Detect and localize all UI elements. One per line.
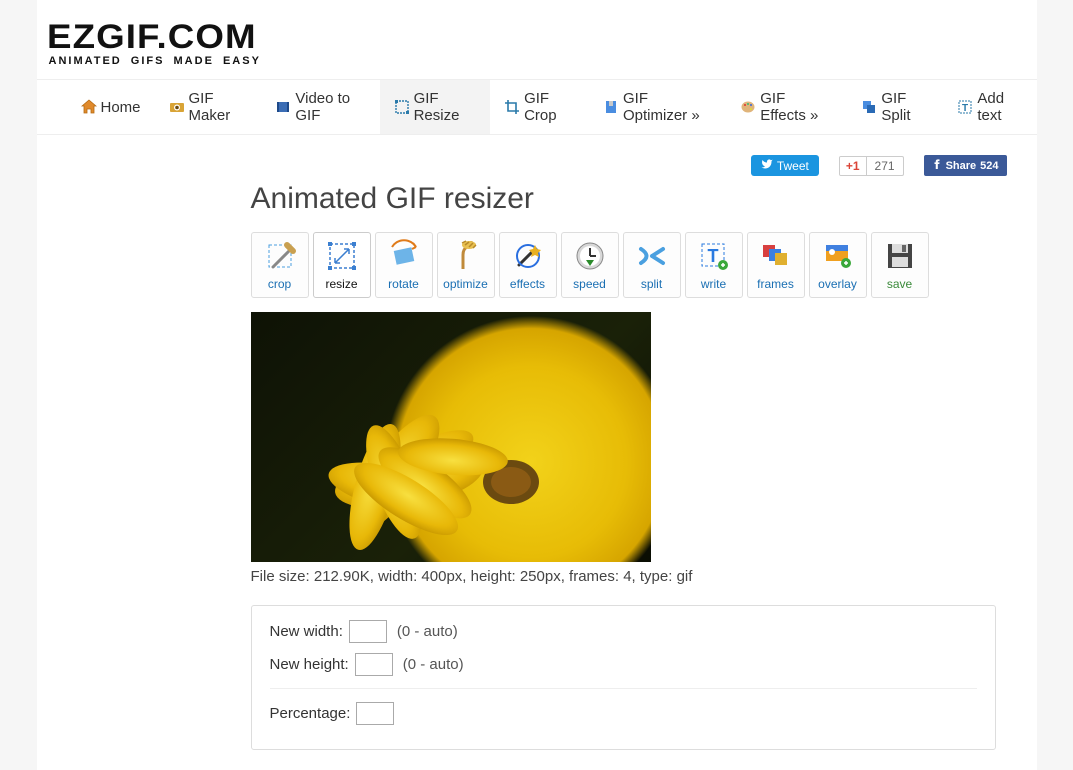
nav-gif-effects[interactable]: GIF Effects » — [726, 80, 847, 134]
gplus-count: 271 — [867, 157, 903, 175]
new-width-input[interactable] — [349, 620, 387, 643]
auto-hint: (0 - auto) — [397, 623, 458, 640]
tool-label: frames — [757, 277, 794, 291]
tool-effects[interactable]: effects — [499, 232, 557, 298]
tool-label: crop — [268, 277, 291, 291]
nav-add-text[interactable]: T Add text — [943, 80, 1036, 134]
facebook-icon — [932, 159, 942, 172]
crop-tool-icon — [263, 239, 297, 273]
overlay-tool-icon — [821, 239, 855, 273]
resize-tool-icon — [325, 239, 359, 273]
tool-crop[interactable]: crop — [251, 232, 309, 298]
save-tool-icon — [883, 239, 917, 273]
nav-gif-optimizer[interactable]: GIF Optimizer » — [589, 80, 726, 134]
tool-label: resize — [325, 277, 357, 291]
write-tool-icon: T — [697, 239, 731, 273]
nav-label: GIF Crop — [524, 90, 575, 124]
tweet-label: Tweet — [777, 159, 809, 173]
gplus-button[interactable]: +1 271 — [839, 156, 904, 176]
home-icon — [81, 99, 97, 115]
tool-label: split — [641, 277, 662, 291]
tweet-button[interactable]: Tweet — [751, 155, 819, 176]
fb-share-label: Share — [946, 160, 977, 172]
tool-label: overlay — [818, 277, 857, 291]
speed-tool-icon — [573, 239, 607, 273]
gplus-label: +1 — [840, 157, 867, 175]
preview-content — [251, 312, 651, 562]
nav-gif-resize[interactable]: GIF Resize — [380, 80, 490, 134]
text-icon: T — [957, 99, 973, 115]
tool-speed[interactable]: speed — [561, 232, 619, 298]
nav-gif-split[interactable]: GIF Split — [847, 80, 943, 134]
nav-gif-crop[interactable]: GIF Crop — [490, 80, 589, 134]
site-logo[interactable]: EZGIF.COM ANIMATED GIFS MADE EASY — [47, 18, 1037, 67]
twitter-icon — [761, 158, 773, 173]
crop-icon — [504, 99, 520, 115]
nav-label: Add text — [977, 90, 1022, 124]
palette-icon — [740, 99, 756, 115]
fb-share-button[interactable]: Share 524 — [924, 155, 1007, 176]
tool-write[interactable]: T write — [685, 232, 743, 298]
logo-main: EZGIF.COM — [47, 18, 1073, 57]
tool-label: save — [887, 277, 912, 291]
auto-hint: (0 - auto) — [403, 656, 464, 673]
main-nav: Home GIF Maker Video to GIF GIF Resize G… — [37, 79, 1037, 135]
image-preview — [251, 312, 651, 562]
tool-label: speed — [573, 277, 606, 291]
tool-label: effects — [510, 277, 545, 291]
tool-label: optimize — [443, 277, 488, 291]
tool-frames[interactable]: frames — [747, 232, 805, 298]
row-new-height: New height: (0 - auto) — [270, 653, 977, 676]
film-icon — [275, 99, 291, 115]
nav-gif-maker[interactable]: GIF Maker — [155, 80, 262, 134]
svg-text:T: T — [707, 246, 718, 266]
nav-label: GIF Optimizer » — [623, 90, 712, 124]
percentage-input[interactable] — [356, 702, 394, 725]
resize-icon — [394, 99, 410, 115]
percentage-label: Percentage: — [270, 705, 351, 722]
nav-label: GIF Resize — [414, 90, 476, 124]
nav-video-to-gif[interactable]: Video to GIF — [261, 80, 379, 134]
page-title: Animated GIF resizer — [251, 182, 1037, 216]
row-new-width: New width: (0 - auto) — [270, 620, 977, 643]
effects-tool-icon — [511, 239, 545, 273]
tool-optimize[interactable]: optimize — [437, 232, 495, 298]
new-height-input[interactable] — [355, 653, 393, 676]
stack-icon — [861, 99, 877, 115]
tool-overlay[interactable]: overlay — [809, 232, 867, 298]
nav-label: GIF Split — [881, 90, 929, 124]
row-percentage: Percentage: — [270, 702, 977, 725]
new-height-label: New height: — [270, 656, 349, 673]
tool-rotate[interactable]: rotate — [375, 232, 433, 298]
camera-icon — [169, 99, 185, 115]
tool-save[interactable]: save — [871, 232, 929, 298]
frames-tool-icon — [759, 239, 793, 273]
fb-share-count: 524 — [980, 160, 998, 172]
svg-text:T: T — [962, 103, 968, 114]
tool-label: write — [701, 277, 726, 291]
file-info: File size: 212.90K, width: 400px, height… — [251, 568, 1037, 585]
nav-label: GIF Maker — [189, 90, 248, 124]
tool-label: rotate — [388, 277, 419, 291]
split-tool-icon — [635, 239, 669, 273]
compress-icon — [603, 99, 619, 115]
nav-home[interactable]: Home — [67, 80, 155, 134]
optimize-tool-icon — [449, 239, 483, 273]
tool-resize[interactable]: resize — [313, 232, 371, 298]
nav-label: Video to GIF — [295, 90, 365, 124]
new-width-label: New width: — [270, 623, 343, 640]
nav-label: Home — [101, 99, 141, 116]
tool-split[interactable]: split — [623, 232, 681, 298]
share-row: Tweet +1 271 Share 524 — [251, 155, 1037, 176]
toolbar: crop resize rotate optimize — [251, 232, 1037, 298]
resize-form: New width: (0 - auto) New height: (0 - a… — [251, 605, 996, 750]
nav-label: GIF Effects » — [760, 90, 833, 124]
rotate-tool-icon — [387, 239, 421, 273]
